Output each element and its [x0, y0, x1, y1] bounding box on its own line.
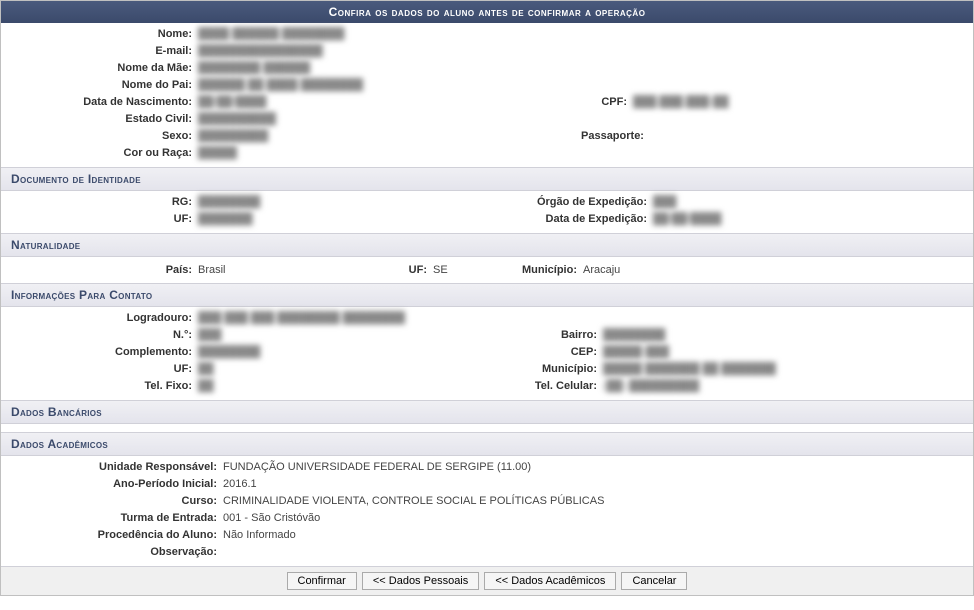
nome-pai-label: Nome do Pai:: [1, 79, 196, 91]
telcel-label: Tel. Celular:: [506, 380, 601, 392]
footer-actions: Confirmar << Dados Pessoais << Dados Aca…: [1, 566, 973, 595]
personal-section: Nome: ████ ██████ ████████ E-mail: █████…: [1, 23, 973, 167]
unidade-value: FUNDAÇÃO UNIVERSIDADE FEDERAL DE SERGIPE…: [221, 461, 531, 473]
doc-uf-value: ███████: [196, 213, 486, 225]
cep-label: CEP:: [541, 346, 601, 358]
documento-section: RG: ████████ Órgão de Expedição: ███ UF:…: [1, 191, 973, 233]
cor-value: █████: [196, 147, 237, 159]
numero-value: ███: [196, 329, 541, 341]
documento-header: Documento de Identidade: [1, 167, 973, 191]
confirmar-button[interactable]: Confirmar: [287, 572, 357, 590]
turma-label: Turma de Entrada:: [1, 512, 221, 524]
nome-value: ████ ██████ ████████: [196, 28, 344, 40]
naturalidade-section: País: Brasil UF: SE Município: Aracaju: [1, 257, 973, 283]
nome-mae-value: ████████ ██████: [196, 62, 310, 74]
data-exp-value: ██/██/████: [651, 213, 721, 225]
ano-value: 2016.1: [221, 478, 257, 490]
rg-value: ████████: [196, 196, 486, 208]
nascimento-value: ██/██/████: [196, 96, 581, 108]
doc-uf-label: UF:: [1, 213, 196, 225]
complemento-label: Complemento:: [1, 346, 196, 358]
contato-municipio-label: Município:: [516, 363, 601, 375]
nome-label: Nome:: [1, 28, 196, 40]
curso-label: Curso:: [1, 495, 221, 507]
procedencia-value: Não Informado: [221, 529, 296, 541]
email-label: E-mail:: [1, 45, 196, 57]
nat-municipio-value: Aracaju: [581, 264, 620, 276]
nat-municipio-label: Município:: [491, 264, 581, 276]
cpf-label: CPF:: [581, 96, 631, 108]
student-confirm-panel: Confira os dados do aluno antes de confi…: [0, 0, 974, 596]
title-bar: Confira os dados do aluno antes de confi…: [1, 1, 973, 23]
passaporte-label: Passaporte:: [581, 130, 631, 142]
nome-pai-value: ██████ ██ ████ ████████: [196, 79, 363, 91]
orgao-label: Órgão de Expedição:: [486, 196, 651, 208]
email-value: ████████████████: [196, 45, 323, 57]
naturalidade-header: Naturalidade: [1, 233, 973, 257]
dados-pessoais-button[interactable]: << Dados Pessoais: [362, 572, 479, 590]
procedencia-label: Procedência do Aluno:: [1, 529, 221, 541]
nat-uf-value: SE: [431, 264, 491, 276]
cancelar-button[interactable]: Cancelar: [621, 572, 687, 590]
bairro-label: Bairro:: [541, 329, 601, 341]
pais-value: Brasil: [196, 264, 396, 276]
rg-label: RG:: [1, 196, 196, 208]
curso-value: CRIMINALIDADE VIOLENTA, CONTROLE SOCIAL …: [221, 495, 604, 507]
nat-uf-label: UF:: [396, 264, 431, 276]
cpf-value: ███.███.███-██: [631, 96, 729, 108]
contato-section: Logradouro: ███ ███ ███ ████████ ███████…: [1, 307, 973, 400]
data-exp-label: Data de Expedição:: [486, 213, 651, 225]
ano-label: Ano-Período Inicial:: [1, 478, 221, 490]
sexo-label: Sexo:: [1, 130, 196, 142]
cep-value: █████-███: [601, 346, 669, 358]
unidade-label: Unidade Responsável:: [1, 461, 221, 473]
academicos-section: Unidade Responsável: FUNDAÇÃO UNIVERSIDA…: [1, 456, 973, 566]
bancarios-section: [1, 424, 973, 432]
academicos-header: Dados Acadêmicos: [1, 432, 973, 456]
estado-civil-value: ██████████: [196, 113, 276, 125]
pais-label: País:: [1, 264, 196, 276]
nome-mae-label: Nome da Mãe:: [1, 62, 196, 74]
contato-uf-value: ██: [196, 363, 516, 375]
nascimento-label: Data de Nascimento:: [1, 96, 196, 108]
telfixo-label: Tel. Fixo:: [1, 380, 196, 392]
logradouro-value: ███ ███ ███ ████████ ████████: [196, 312, 405, 324]
bancarios-header: Dados Bancários: [1, 400, 973, 424]
sexo-value: █████████: [196, 130, 581, 142]
turma-value: 001 - São Cristóvão: [221, 512, 320, 524]
orgao-value: ███: [651, 196, 676, 208]
dados-academicos-button[interactable]: << Dados Acadêmicos: [484, 572, 616, 590]
telfixo-value: ██: [196, 380, 506, 392]
telcel-value: (██) █████████: [601, 380, 699, 392]
cor-label: Cor ou Raça:: [1, 147, 196, 159]
logradouro-label: Logradouro:: [1, 312, 196, 324]
bairro-value: ████████: [601, 329, 665, 341]
complemento-value: ████████: [196, 346, 541, 358]
contato-municipio-value: █████ ███████ ██ ███████: [601, 363, 776, 375]
contato-uf-label: UF:: [1, 363, 196, 375]
contato-header: Informações Para Contato: [1, 283, 973, 307]
observacao-label: Observação:: [1, 546, 221, 558]
estado-civil-label: Estado Civil:: [1, 113, 196, 125]
numero-label: N.°:: [1, 329, 196, 341]
